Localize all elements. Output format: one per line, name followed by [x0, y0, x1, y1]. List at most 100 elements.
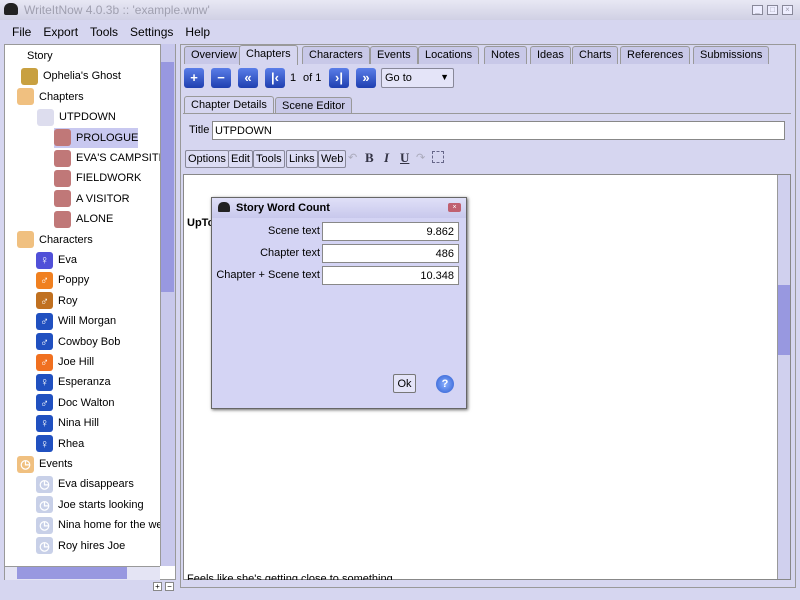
chapter-text-row: Chapter text 486 [212, 244, 468, 264]
tree-item[interactable]: PROLOGUE [54, 127, 139, 148]
male-icon: ♂ [36, 394, 53, 412]
tree-item[interactable]: ♀ Esperanza [36, 372, 111, 392]
clock-icon: ◷ [36, 516, 53, 534]
tab-locations[interactable]: Locations [418, 46, 480, 64]
add-button[interactable]: + [184, 68, 204, 88]
help-icon[interactable]: ? [436, 375, 454, 393]
underline-icon[interactable]: U [400, 150, 409, 166]
tree-item-label: Joe starts looking [58, 498, 144, 511]
undo-icon[interactable]: ↶ [348, 151, 357, 164]
window-title: WriteItNow 4.0.3b :: 'example.wnw' [24, 3, 210, 17]
tree-item-label: FIELDWORK [76, 172, 142, 185]
tree-item[interactable]: ◷ Nina home for the week [36, 515, 161, 535]
tab-references[interactable]: References [620, 46, 691, 64]
dialog-close-button[interactable]: × [448, 203, 461, 212]
tree-item[interactable]: ◷ Roy hires Joe [36, 536, 125, 556]
tab-chapters[interactable]: Chapters [239, 45, 298, 65]
menu-help[interactable]: Help [179, 23, 216, 42]
italic-icon[interactable]: I [384, 150, 389, 166]
tree-item[interactable]: Characters [17, 230, 93, 250]
male-icon: ♂ [36, 353, 53, 371]
male-icon: ♂ [36, 292, 53, 310]
menu-settings[interactable]: Settings [124, 23, 179, 42]
scene-text-field[interactable]: 9.862 [322, 222, 459, 241]
tab-events[interactable]: Events [370, 46, 418, 64]
tab-charts[interactable]: Charts [572, 46, 619, 64]
subtab-chapter-details[interactable]: Chapter Details [184, 96, 274, 114]
tree-item[interactable]: ♂ Will Morgan [36, 311, 116, 331]
tools-button[interactable]: Tools [253, 150, 285, 168]
tree-item[interactable]: ◷ Events [17, 454, 73, 474]
tree-item[interactable]: EVA'S CAMPSITE [54, 148, 161, 168]
menu-tools[interactable]: Tools [84, 23, 124, 42]
bold-icon[interactable]: B [365, 150, 374, 166]
dialog-title-bar: Story Word Count × [212, 198, 466, 218]
male-icon: ♂ [36, 333, 53, 351]
scene-text-row: Scene text 9.862 [212, 222, 468, 242]
close-button[interactable]: × [782, 5, 793, 15]
editor-scrollbar[interactable] [777, 175, 790, 579]
tree-item[interactable]: ◷ Joe starts looking [36, 495, 144, 515]
expand-all-button[interactable]: + [153, 582, 162, 591]
characters-folder-icon [17, 231, 34, 249]
options-button[interactable]: Options [185, 150, 229, 168]
remove-button[interactable]: − [211, 68, 231, 88]
tab-characters[interactable]: Characters [302, 46, 370, 64]
first-button[interactable]: « [238, 68, 258, 88]
ok-button[interactable]: Ok [393, 374, 416, 393]
tab-ideas[interactable]: Ideas [530, 46, 571, 64]
tree-item[interactable]: ♂ Poppy [36, 270, 89, 290]
menu-file[interactable]: File [6, 23, 37, 42]
editor-scroll-thumb[interactable] [778, 285, 790, 355]
menu-export[interactable]: Export [37, 23, 84, 42]
tree-item[interactable]: ♂ Roy [36, 291, 78, 311]
tree-item-label: Characters [39, 233, 93, 246]
female-icon: ♀ [36, 251, 53, 269]
female-icon: ♀ [36, 414, 53, 432]
fullscreen-icon[interactable] [432, 151, 444, 163]
subtab-scene-editor[interactable]: Scene Editor [275, 97, 352, 114]
previous-button[interactable]: |‹ [265, 68, 285, 88]
goto-dropdown[interactable]: Go to ▼ [381, 68, 454, 88]
tree-scroll-thumb[interactable] [161, 62, 174, 292]
tab-submissions[interactable]: Submissions [693, 46, 770, 64]
tree-item[interactable]: Ophelia's Ghost [21, 66, 121, 86]
tree-item[interactable]: ♀ Eva [36, 250, 77, 270]
redo-icon[interactable]: ↷ [416, 151, 425, 164]
tree-item[interactable]: ♂ Doc Walton [36, 393, 114, 413]
maximize-button[interactable]: □ [767, 5, 778, 15]
next-button[interactable]: ›| [329, 68, 349, 88]
edit-button[interactable]: Edit [228, 150, 253, 168]
tab-overview[interactable]: Overview [184, 46, 244, 64]
tree-item-label: Roy hires Joe [58, 539, 126, 552]
tab-notes[interactable]: Notes [484, 46, 527, 64]
tree-item[interactable]: Chapters [17, 87, 84, 107]
tree-item[interactable]: UTPDOWN [37, 107, 116, 127]
minimize-button[interactable]: _ [752, 5, 763, 15]
collapse-all-button[interactable]: − [165, 582, 174, 591]
tree-item[interactable]: ◷ Eva disappears [36, 474, 134, 494]
book-icon [21, 67, 38, 85]
links-button[interactable]: Links [286, 150, 318, 168]
tree-hscroll-thumb[interactable] [17, 567, 127, 579]
chapters-folder-icon [17, 88, 34, 106]
tree-item[interactable]: ♂ Cowboy Bob [36, 332, 120, 352]
tree-item[interactable]: A VISITOR [54, 189, 130, 209]
chapter-text-field[interactable]: 486 [322, 244, 459, 263]
total-text-field[interactable]: 10.348 [322, 266, 459, 285]
tree-item[interactable]: ♂ Joe Hill [36, 352, 94, 372]
tree-item[interactable]: ♀ Rhea [36, 434, 84, 454]
web-button[interactable]: Web [318, 150, 347, 168]
title-bar: WriteItNow 4.0.3b :: 'example.wnw' _ □ × [0, 0, 800, 20]
tree-item[interactable]: FIELDWORK [54, 168, 141, 188]
app-logo-icon [4, 3, 18, 15]
last-button[interactable]: » [356, 68, 376, 88]
chapter-text-label: Chapter text [260, 247, 320, 259]
female-icon: ♀ [36, 373, 53, 391]
tree-item-label: Esperanza [58, 376, 111, 389]
tree-item[interactable]: ✒ Story [5, 46, 52, 66]
title-input[interactable]: UTPDOWN [212, 121, 785, 140]
tree-item-label: Rhea [58, 437, 85, 450]
tree-item[interactable]: ALONE [54, 209, 113, 229]
tree-item[interactable]: ♀ Nina Hill [36, 413, 99, 433]
